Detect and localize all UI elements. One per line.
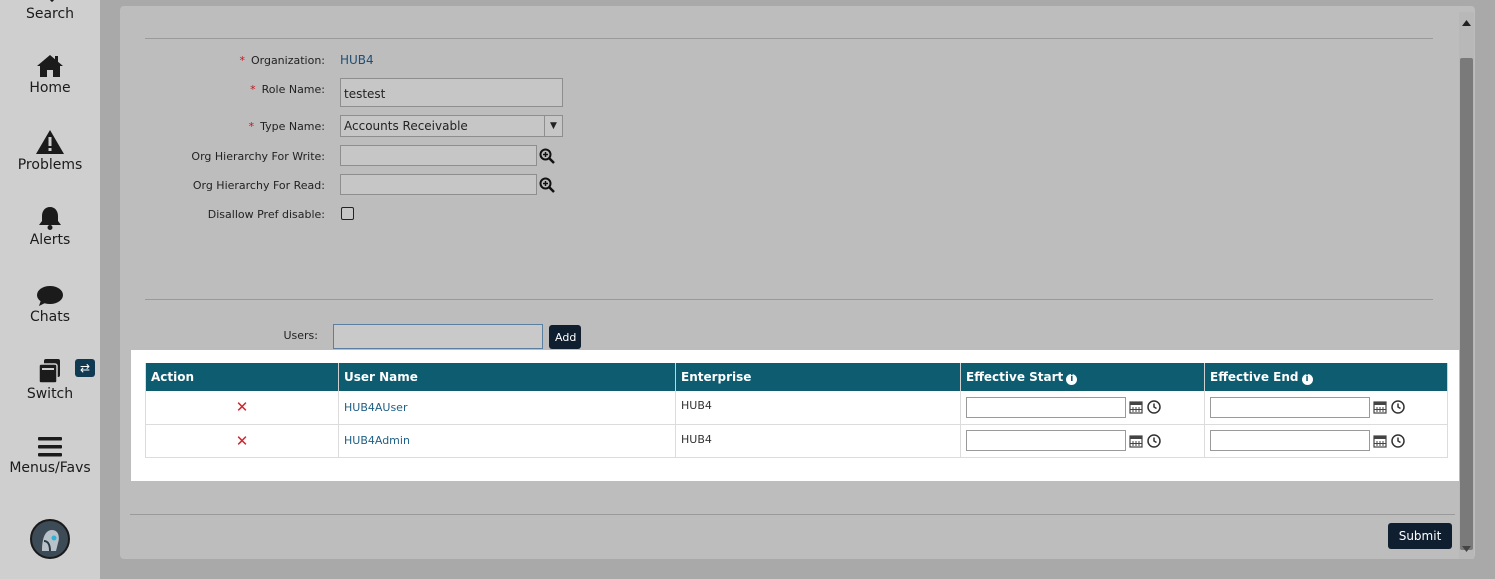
organization-value: HUB4 [340,53,374,67]
org-write-input[interactable] [340,145,537,166]
sidebar-item-label: Search [25,6,75,22]
role-name-input[interactable]: testest [340,78,563,107]
column-header-label: Effective End [1210,369,1299,384]
divider [145,299,1433,300]
table-row: ✕ HUB4Admin HUB4 [145,424,1448,458]
sidebar-item-label: Menus/Favs [9,460,91,476]
column-header-user-name[interactable]: User Name [338,363,676,391]
enterprise-cell: HUB4 [675,424,961,458]
sidebar-item-label: Switch [26,386,74,402]
add-user-button[interactable]: Add [549,325,581,349]
clock-icon[interactable] [1390,399,1406,415]
clock-icon[interactable] [1146,433,1162,449]
type-name-label-text: Type Name: [260,120,325,133]
menu-icon [38,437,62,457]
info-icon[interactable]: i [1066,373,1078,385]
role-name-label: * Role Name: [120,83,325,96]
users-input[interactable] [333,324,543,349]
table-header-row: Action User Name Enterprise Effective St… [145,363,1448,391]
divider [130,514,1455,515]
org-read-input[interactable] [340,174,537,195]
switch-icon [38,359,60,384]
calendar-icon[interactable] [1372,433,1388,449]
column-header-label: Effective Start [966,369,1064,384]
sidebar-item-menus-favs[interactable]: Menus/Favs [0,436,100,476]
sidebar-item-label: Home [29,80,71,96]
sidebar-item-home[interactable]: Home [0,54,100,96]
role-name-label-text: Role Name: [261,83,325,96]
column-header-enterprise[interactable]: Enterprise [675,363,961,391]
type-name-selected-value: Accounts Receivable [344,119,468,133]
disallow-pref-checkbox[interactable] [341,207,354,220]
users-table: Action User Name Enterprise Effective St… [145,363,1448,458]
calendar-icon[interactable] [1372,399,1388,415]
sidebar-item-chats[interactable]: Chats [0,285,100,325]
sidebar-item-search[interactable]: Search [0,0,100,22]
effective-end-cell [1204,391,1448,425]
effective-start-input[interactable] [966,396,1126,418]
org-write-label: Org Hierarchy For Write: [191,150,325,163]
sidebar-item-label: Alerts [29,232,71,248]
sidebar-item-problems[interactable]: Problems [0,129,100,173]
scrollbar-thumb[interactable] [1460,58,1473,550]
submit-button[interactable]: Submit [1388,523,1452,549]
action-cell: ✕ [145,424,339,458]
effective-start-cell [960,424,1205,458]
delete-icon[interactable]: ✕ [151,398,333,416]
effective-end-input[interactable] [1210,430,1370,451]
effective-start-cell [960,391,1205,425]
required-marker: * [239,54,245,67]
column-header-effective-start[interactable]: Effective Start i [960,363,1205,391]
sidebar: Search Home Problems Alerts Chats Switch… [0,0,100,579]
required-marker: * [248,120,255,133]
clock-icon[interactable] [1390,433,1406,449]
user-name-cell: HUB4Admin [338,424,676,458]
scroll-down-arrow-icon[interactable] [1462,546,1471,552]
lookup-zoom-icon[interactable] [539,148,555,164]
delete-icon[interactable]: ✕ [151,432,333,450]
vertical-scrollbar[interactable] [1459,12,1474,559]
search-icon [49,0,55,3]
avatar-robot-icon [32,521,68,557]
clock-icon[interactable] [1146,399,1162,415]
action-cell: ✕ [145,391,339,425]
user-name-link[interactable]: HUB4Admin [344,434,410,447]
org-read-label: Org Hierarchy For Read: [192,179,325,192]
info-icon[interactable]: i [1301,373,1313,385]
warning-icon [36,130,64,154]
divider [145,38,1433,39]
chevron-down-icon[interactable]: ▼ [544,116,562,136]
column-header-action: Action [145,363,339,391]
sidebar-item-label: Chats [29,309,70,325]
calendar-icon[interactable] [1128,433,1144,449]
enterprise-cell: HUB4 [675,391,961,425]
switch-arrows-icon[interactable]: ⇄ [75,359,95,377]
sidebar-item-alerts[interactable]: Alerts [0,206,100,248]
effective-end-cell [1204,424,1448,458]
organization-label-text: Organization: [250,54,325,67]
lookup-zoom-icon[interactable] [539,177,555,193]
user-name-link[interactable]: HUB4AUser [344,401,407,414]
calendar-icon[interactable] [1128,399,1144,415]
users-label: Users: [283,329,318,342]
chat-icon [37,286,63,306]
required-marker: * [250,83,256,96]
home-icon [37,55,63,77]
users-table-card: Action User Name Enterprise Effective St… [131,350,1459,481]
organization-label: * Organization: [120,54,325,67]
bell-icon [39,207,61,230]
type-name-select[interactable]: Accounts Receivable ▼ [340,115,563,137]
user-name-cell: HUB4AUser [338,391,676,425]
table-row: ✕ HUB4AUser HUB4 [145,391,1448,425]
scroll-up-arrow-icon[interactable] [1462,20,1471,26]
effective-end-input[interactable] [1210,396,1370,418]
avatar[interactable] [30,519,70,559]
type-name-label: * Type Name: [120,120,325,133]
sidebar-item-label: Problems [17,157,83,173]
disallow-pref-label: Disallow Pref disable: [207,208,325,221]
effective-start-input[interactable] [966,430,1126,451]
column-header-effective-end[interactable]: Effective End i [1204,363,1448,391]
